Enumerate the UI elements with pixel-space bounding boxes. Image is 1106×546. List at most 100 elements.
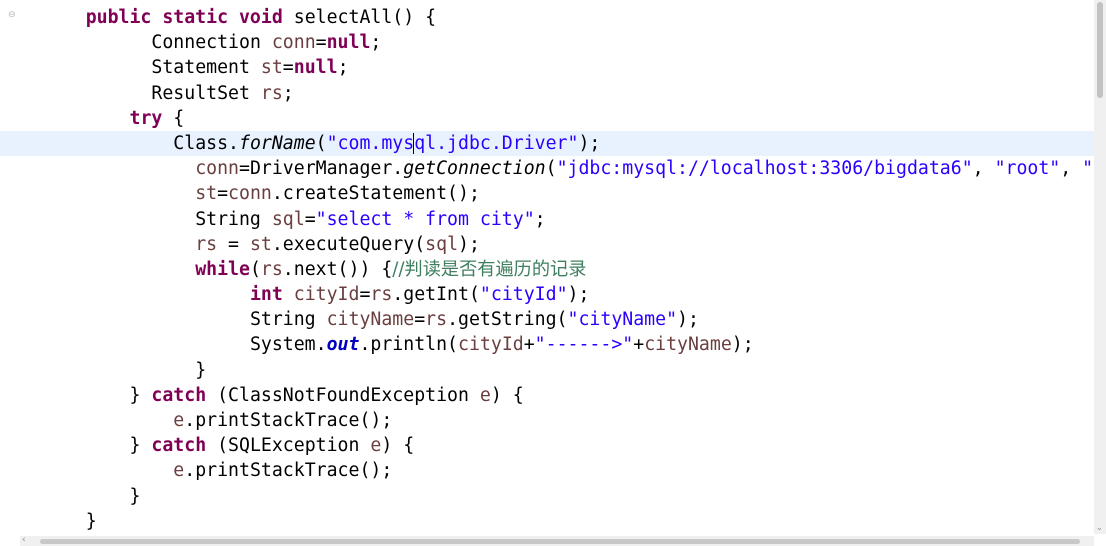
- code-token: conn: [271, 32, 316, 54]
- code-token: Statement: [151, 57, 261, 79]
- code-token: String: [249, 309, 327, 331]
- code-token: =: [304, 208, 316, 230]
- code-token: Connection: [151, 32, 272, 54]
- code-token: catch: [151, 435, 207, 457]
- code-token: ) {: [490, 384, 524, 406]
- text-caret: [413, 132, 414, 154]
- code-line[interactable]: conn=DriverManager.getConnection("jdbc:m…: [0, 156, 1094, 181]
- code-line[interactable]: try {: [0, 106, 1094, 131]
- code-token: (: [249, 258, 261, 280]
- code-token: );: [578, 132, 601, 154]
- code-token: "cityId": [479, 284, 568, 306]
- code-token: //判读是否有遍历的记录: [392, 258, 587, 280]
- code-token: "select * from city": [315, 208, 535, 230]
- code-token: conn: [228, 183, 272, 205]
- code-line[interactable]: public static void selectAll() {: [0, 5, 1094, 30]
- code-token: }: [129, 384, 152, 406]
- code-line[interactable]: } catch (SQLException e) {: [0, 433, 1094, 458]
- code-line[interactable]: }: [0, 358, 1094, 383]
- code-token: e: [173, 460, 185, 482]
- code-token: =: [315, 32, 327, 54]
- code-token: ResultSet: [151, 82, 261, 104]
- code-line[interactable]: Connection conn=null;: [0, 30, 1094, 55]
- code-line[interactable]: int cityId=rs.getInt("cityId");: [0, 282, 1094, 307]
- code-token: cityName: [644, 334, 732, 356]
- code-token: System.: [249, 334, 327, 356]
- code-token: +: [523, 334, 535, 356]
- code-token: cityId: [293, 284, 360, 306]
- code-token: e: [479, 384, 491, 406]
- code-token: (ClassNotFoundException: [206, 384, 480, 406]
- code-token: }: [85, 510, 97, 532]
- code-token: .printStackTrace();: [184, 460, 393, 482]
- code-line[interactable]: }: [0, 509, 1094, 534]
- code-line[interactable]: System.out.println(cityId+"------>"+city…: [0, 332, 1094, 357]
- code-token: String: [195, 208, 272, 230]
- code-token: selectAll() {: [282, 7, 437, 28]
- vertical-scrollbar-thumb[interactable]: [1097, 2, 1103, 98]
- code-token: .printStackTrace();: [184, 410, 393, 431]
- code-token: .executeQuery(: [271, 233, 426, 255]
- code-line[interactable]: Class.forName("com.mysql.jdbc.Driver");: [0, 130, 1094, 157]
- code-line[interactable]: ResultSet rs;: [0, 81, 1094, 106]
- code-token: +: [633, 334, 645, 356]
- code-token: );: [458, 233, 480, 255]
- code-token: while: [195, 258, 250, 280]
- code-line[interactable]: String sql="select * from city";: [0, 207, 1094, 232]
- scroll-left-arrow-icon[interactable]: ‹: [22, 535, 26, 545]
- code-token: null: [293, 57, 338, 79]
- code-token: ;: [282, 82, 294, 104]
- code-token: rs: [370, 284, 393, 306]
- code-token: Class.: [173, 132, 239, 154]
- code-token: rs: [195, 233, 218, 255]
- code-token: ;: [534, 208, 546, 230]
- code-line[interactable]: e.printStackTrace();: [0, 408, 1094, 433]
- code-line[interactable]: Statement st=null;: [0, 55, 1094, 80]
- code-line[interactable]: } catch (ClassNotFoundException e) {: [0, 383, 1094, 408]
- code-token: =DriverManager.: [239, 158, 404, 180]
- code-token: "com.mysql.jdbc.Driver": [326, 132, 579, 154]
- code-token: .println(: [359, 334, 459, 356]
- code-token: getConnection: [403, 158, 546, 180]
- code-line[interactable]: rs = st.executeQuery(sql);: [0, 232, 1094, 257]
- code-token: .getInt(: [392, 284, 480, 306]
- code-token: "------>": [534, 334, 634, 356]
- horizontal-scrollbar[interactable]: ‹: [20, 535, 1094, 546]
- code-token: ) {: [381, 435, 415, 457]
- code-token: catch: [151, 384, 207, 406]
- code-token: int: [249, 284, 283, 306]
- code-token: .getString(: [447, 309, 568, 331]
- code-token: .createStatement();: [271, 183, 480, 205]
- code-token: ,: [972, 158, 995, 180]
- code-area[interactable]: public static void selectAll() {Connecti…: [0, 5, 1094, 537]
- code-token: ,: [1060, 158, 1083, 180]
- code-line[interactable]: String cityName=rs.getString("cityName")…: [0, 307, 1094, 332]
- horizontal-scrollbar-thumb[interactable]: [40, 539, 1080, 544]
- code-token: (: [315, 132, 327, 154]
- code-token: ;: [370, 32, 382, 54]
- code-token: sql: [425, 233, 459, 255]
- code-token: try: [129, 107, 163, 129]
- code-line[interactable]: while(rs.next()) {//判读是否有遍历的记录: [0, 257, 1094, 282]
- code-line[interactable]: e.printStackTrace();: [0, 458, 1094, 483]
- code-token: {: [162, 107, 185, 129]
- code-line[interactable]: }: [0, 484, 1094, 509]
- code-token: cityName: [326, 309, 415, 331]
- code-token: =: [282, 57, 294, 79]
- code-token: rs: [425, 309, 448, 331]
- code-token: forName: [239, 132, 316, 154]
- code-token: (: [545, 158, 557, 180]
- code-token: );: [567, 284, 590, 306]
- code-line[interactable]: st=conn.createStatement();: [0, 181, 1094, 206]
- code-token: ;: [337, 57, 349, 79]
- vertical-scrollbar[interactable]: ⌄: [1094, 0, 1106, 534]
- code-token: =: [414, 309, 426, 331]
- code-token: "jdbc:mysql://localhost:3306/bigdata6": [556, 158, 973, 180]
- code-token: }: [129, 435, 152, 457]
- code-token: =: [217, 183, 229, 205]
- code-editor[interactable]: ⊖ public static void selectAll() {Connec…: [0, 0, 1106, 546]
- code-token: null: [326, 32, 371, 54]
- scroll-down-arrow-icon[interactable]: ⌄: [1096, 523, 1103, 532]
- code-token: sql: [271, 208, 305, 230]
